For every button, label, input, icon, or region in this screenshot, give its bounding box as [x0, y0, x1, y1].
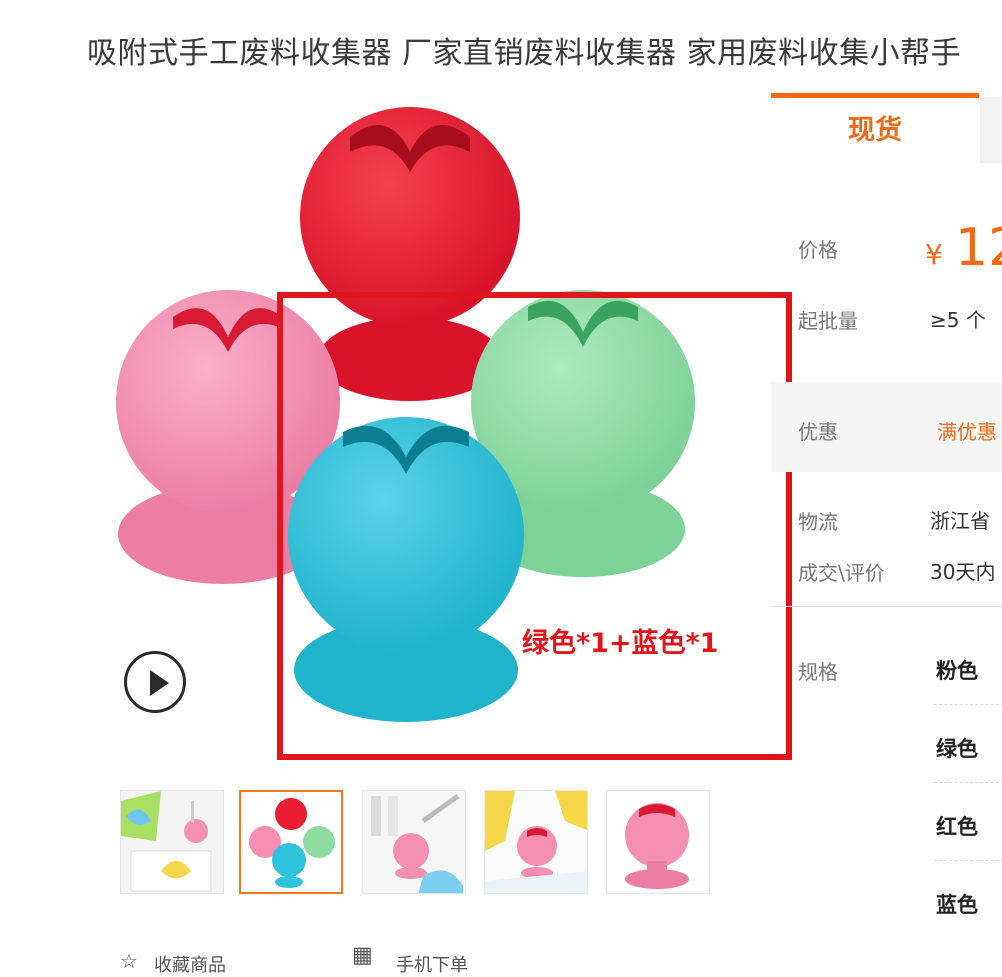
- logistics-value: 浙江省: [930, 509, 990, 533]
- moq-value: ≥5 个: [930, 308, 986, 332]
- qrcode-icon: ▦: [352, 943, 373, 968]
- tab-spot[interactable]: 现货: [771, 93, 979, 163]
- spec-option-red[interactable]: 红色: [936, 811, 978, 841]
- price-label: 价格: [798, 238, 838, 262]
- collect-link[interactable]: 收藏商品: [154, 951, 226, 977]
- thumbnail-crafts-scene[interactable]: [120, 790, 224, 894]
- spec-separator: [934, 860, 1002, 861]
- logistics-label: 物流: [798, 510, 838, 534]
- variant-overlay-text: 绿色*1+蓝色*1: [522, 628, 719, 659]
- spec-option-blue[interactable]: 蓝色: [936, 889, 978, 919]
- promo-label: 优惠: [798, 420, 838, 444]
- thumbnail-pink-single[interactable]: [606, 790, 710, 894]
- spec-separator: [934, 704, 1002, 705]
- thumbnail-pink-with-tools[interactable]: [362, 790, 466, 894]
- spec-separator: [934, 782, 1002, 783]
- moq-label: 起批量: [798, 309, 858, 333]
- deals-value: 30天内: [930, 560, 996, 584]
- spec-divider: [771, 606, 1002, 607]
- highlight-frame: [277, 292, 792, 760]
- tab-next[interactable]: [980, 97, 1002, 163]
- star-icon: ☆: [120, 949, 138, 973]
- spec-option-green[interactable]: 绿色: [936, 733, 978, 763]
- spec-option-pink[interactable]: 粉色: [936, 655, 978, 685]
- thumbnail-butterfly-paper[interactable]: [484, 790, 588, 894]
- spec-label: 规格: [798, 660, 838, 684]
- deals-label: 成交\评价: [798, 561, 885, 585]
- promo-value[interactable]: 满优惠: [937, 416, 997, 445]
- play-icon: [150, 670, 169, 696]
- product-title: 吸附式手工废料收集器 厂家直销废料收集器 家用废料收集小帮手: [87, 36, 962, 71]
- price-value: 12: [955, 218, 1002, 278]
- mobile-order-link[interactable]: 手机下单: [396, 951, 468, 977]
- play-video-button[interactable]: [124, 651, 186, 713]
- thumbnail-four-colors[interactable]: [239, 790, 343, 894]
- price-currency: ¥: [925, 238, 943, 271]
